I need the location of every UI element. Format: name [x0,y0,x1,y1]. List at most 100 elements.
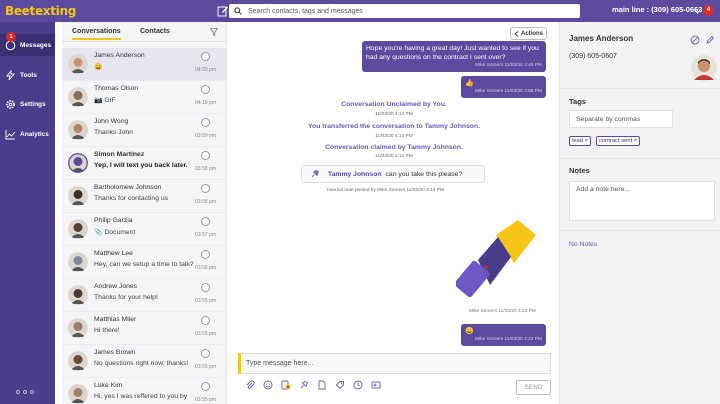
conversation-name: John Wong [94,118,129,125]
avatar [68,285,88,305]
select-radio[interactable] [201,184,210,193]
template-icon[interactable] [335,380,345,390]
select-radio[interactable] [201,118,210,127]
select-radio[interactable] [201,316,210,325]
left-nav: Messages 1 Tools Settings Analytics [0,22,55,404]
close-icon[interactable]: × [585,138,588,144]
close-icon[interactable]: × [634,138,637,144]
conversation-item[interactable]: Luke Kim Hi, yes I was reffered to you by… [62,378,226,404]
avatar [68,120,88,140]
document-icon[interactable] [317,380,327,390]
pushpin-icon[interactable] [299,380,309,390]
conversation-item[interactable]: John Wong Thanks John 03:59 pm [62,114,226,147]
nav-settings[interactable]: Settings [0,93,55,115]
block-icon[interactable] [690,35,700,45]
outgoing-message: Hope you're having a great day! Just wan… [362,41,546,72]
select-radio[interactable] [201,349,210,358]
conversation-item[interactable]: Matthias Miler Hi there! 03:55 pm [62,312,226,345]
tag-chip[interactable]: lead × [569,136,591,146]
avatar [68,219,88,239]
select-radio[interactable] [201,217,210,226]
contact-panel: James Anderson (309) 605-0607 Tags Separ… [559,22,720,404]
conversation-item[interactable]: Matthew Lee Hey, can we setup a time to t… [62,246,226,279]
notification-badge[interactable]: 4 [703,5,714,16]
conversation-name: James Anderson [94,52,145,59]
line-selector[interactable]: main line : (309) 605-0663 [612,5,702,14]
nav-analytics[interactable]: Analytics [0,123,55,145]
actions-label: Actions [520,30,543,37]
select-radio[interactable] [201,85,210,94]
line-label: main line [612,5,645,14]
compose-icon[interactable] [217,5,229,17]
select-radio[interactable] [201,283,210,292]
system-message: Conversation claimed by Tammy Johnson. [325,144,463,151]
tab-conversations[interactable]: Conversations [72,28,121,40]
avatar [68,252,88,272]
outgoing-message-emoji: 👍 Mike Somers 11/03/20 3:55 PM [461,76,546,98]
internal-note: Tammy Johnson can you take this please? [301,165,485,183]
message-toolbar [245,380,381,390]
conversation-time: 03:55 pm [195,331,216,337]
conversation-time: 03:55 pm [195,298,216,304]
system-message: You transferred the conversation to Tamm… [308,123,480,130]
tab-contacts[interactable]: Contacts [140,28,170,35]
select-radio[interactable] [201,151,210,160]
nav-label-settings: Settings [20,100,46,108]
paperclip-icon[interactable] [245,380,255,390]
conversation-item[interactable]: Andrew Jones Thanks for your help! 03:55 p… [62,279,226,312]
internal-note-caption: Internal note posted by Mike Somers 11/0… [327,188,444,193]
image-icon[interactable] [371,380,381,390]
conversation-item[interactable]: Philip Garzia 📎 Document 03:57 pm [62,213,226,246]
message-input[interactable]: Type message here... [238,353,551,374]
contact-avatar [691,55,717,81]
emoji-icon[interactable] [263,380,273,390]
search-input[interactable]: Search contacts, tags and messages [229,4,580,18]
search-placeholder: Search contacts, tags and messages [248,7,363,15]
conversation-name: Luke Kim [94,382,123,389]
notes-input[interactable]: Add a note here... [569,181,715,221]
conversation-time: 03:57 pm [195,232,216,238]
edit-icon[interactable] [705,35,715,45]
select-radio[interactable] [201,382,210,391]
system-message-time: 11/03/20 4:14 PM [375,112,413,117]
tag-chip[interactable]: contract sent × [596,136,641,146]
nav-messages[interactable]: Messages 1 [0,32,55,56]
select-radio[interactable] [201,250,210,259]
note-mention[interactable]: Tammy Johnson [328,171,382,178]
contact-phone: (309) 605-0607 [569,53,617,60]
filter-icon[interactable] [210,28,218,36]
conversation-time: 04:19 pm [195,100,216,106]
conversation-item[interactable]: Simon Martinez Yep, I will text you back … [62,147,226,180]
clock-icon[interactable] [353,380,363,390]
send-button[interactable]: SEND [516,380,551,395]
chevron-down-icon[interactable] [694,8,701,15]
tag-label: lead [572,138,583,144]
nav-label-analytics: Analytics [20,130,49,138]
gif-icon[interactable] [281,380,291,390]
conversation-tabs: Conversations Contacts [62,22,226,42]
conversation-item[interactable]: Thomas Olson 📷 GIF 04:19 pm [62,81,226,114]
message-meta: Mike Somers 11/03/20 3:40 PM [475,63,542,68]
search-icon [234,7,242,15]
tag-label: contract sent [599,138,633,144]
conversation-item[interactable]: James Brown No questions right now, thank… [62,345,226,378]
avatar [68,54,88,74]
conversation-name: Philip Garzia [94,217,133,224]
app-logo[interactable]: Beetexting [5,4,200,18]
conversation-name: Bartholomew Johnson [94,184,162,191]
more-options-dots[interactable] [16,390,34,394]
note-text: can you take this please? [385,170,463,178]
actions-button[interactable]: Actions [510,27,547,40]
tags-input[interactable]: Separate by commas [569,110,673,128]
select-radio[interactable] [201,52,210,61]
messages-badge: 1 [6,32,16,42]
conversation-item[interactable]: James Anderson 😀 04:23 pm [62,48,226,81]
conversation-item[interactable]: Bartholomew Johnson Thanks for contacting… [62,180,226,213]
conversation-name: Thomas Olson [94,85,139,92]
message-meta: Mike Somers 11/03/20 3:55 PM [475,89,542,94]
conversation-name: Matthew Lee [94,250,133,257]
gear-icon [6,99,15,109]
contact-name: James Anderson [569,34,634,43]
nav-tools[interactable]: Tools [0,64,55,86]
nav-label-messages: Messages [20,41,52,49]
